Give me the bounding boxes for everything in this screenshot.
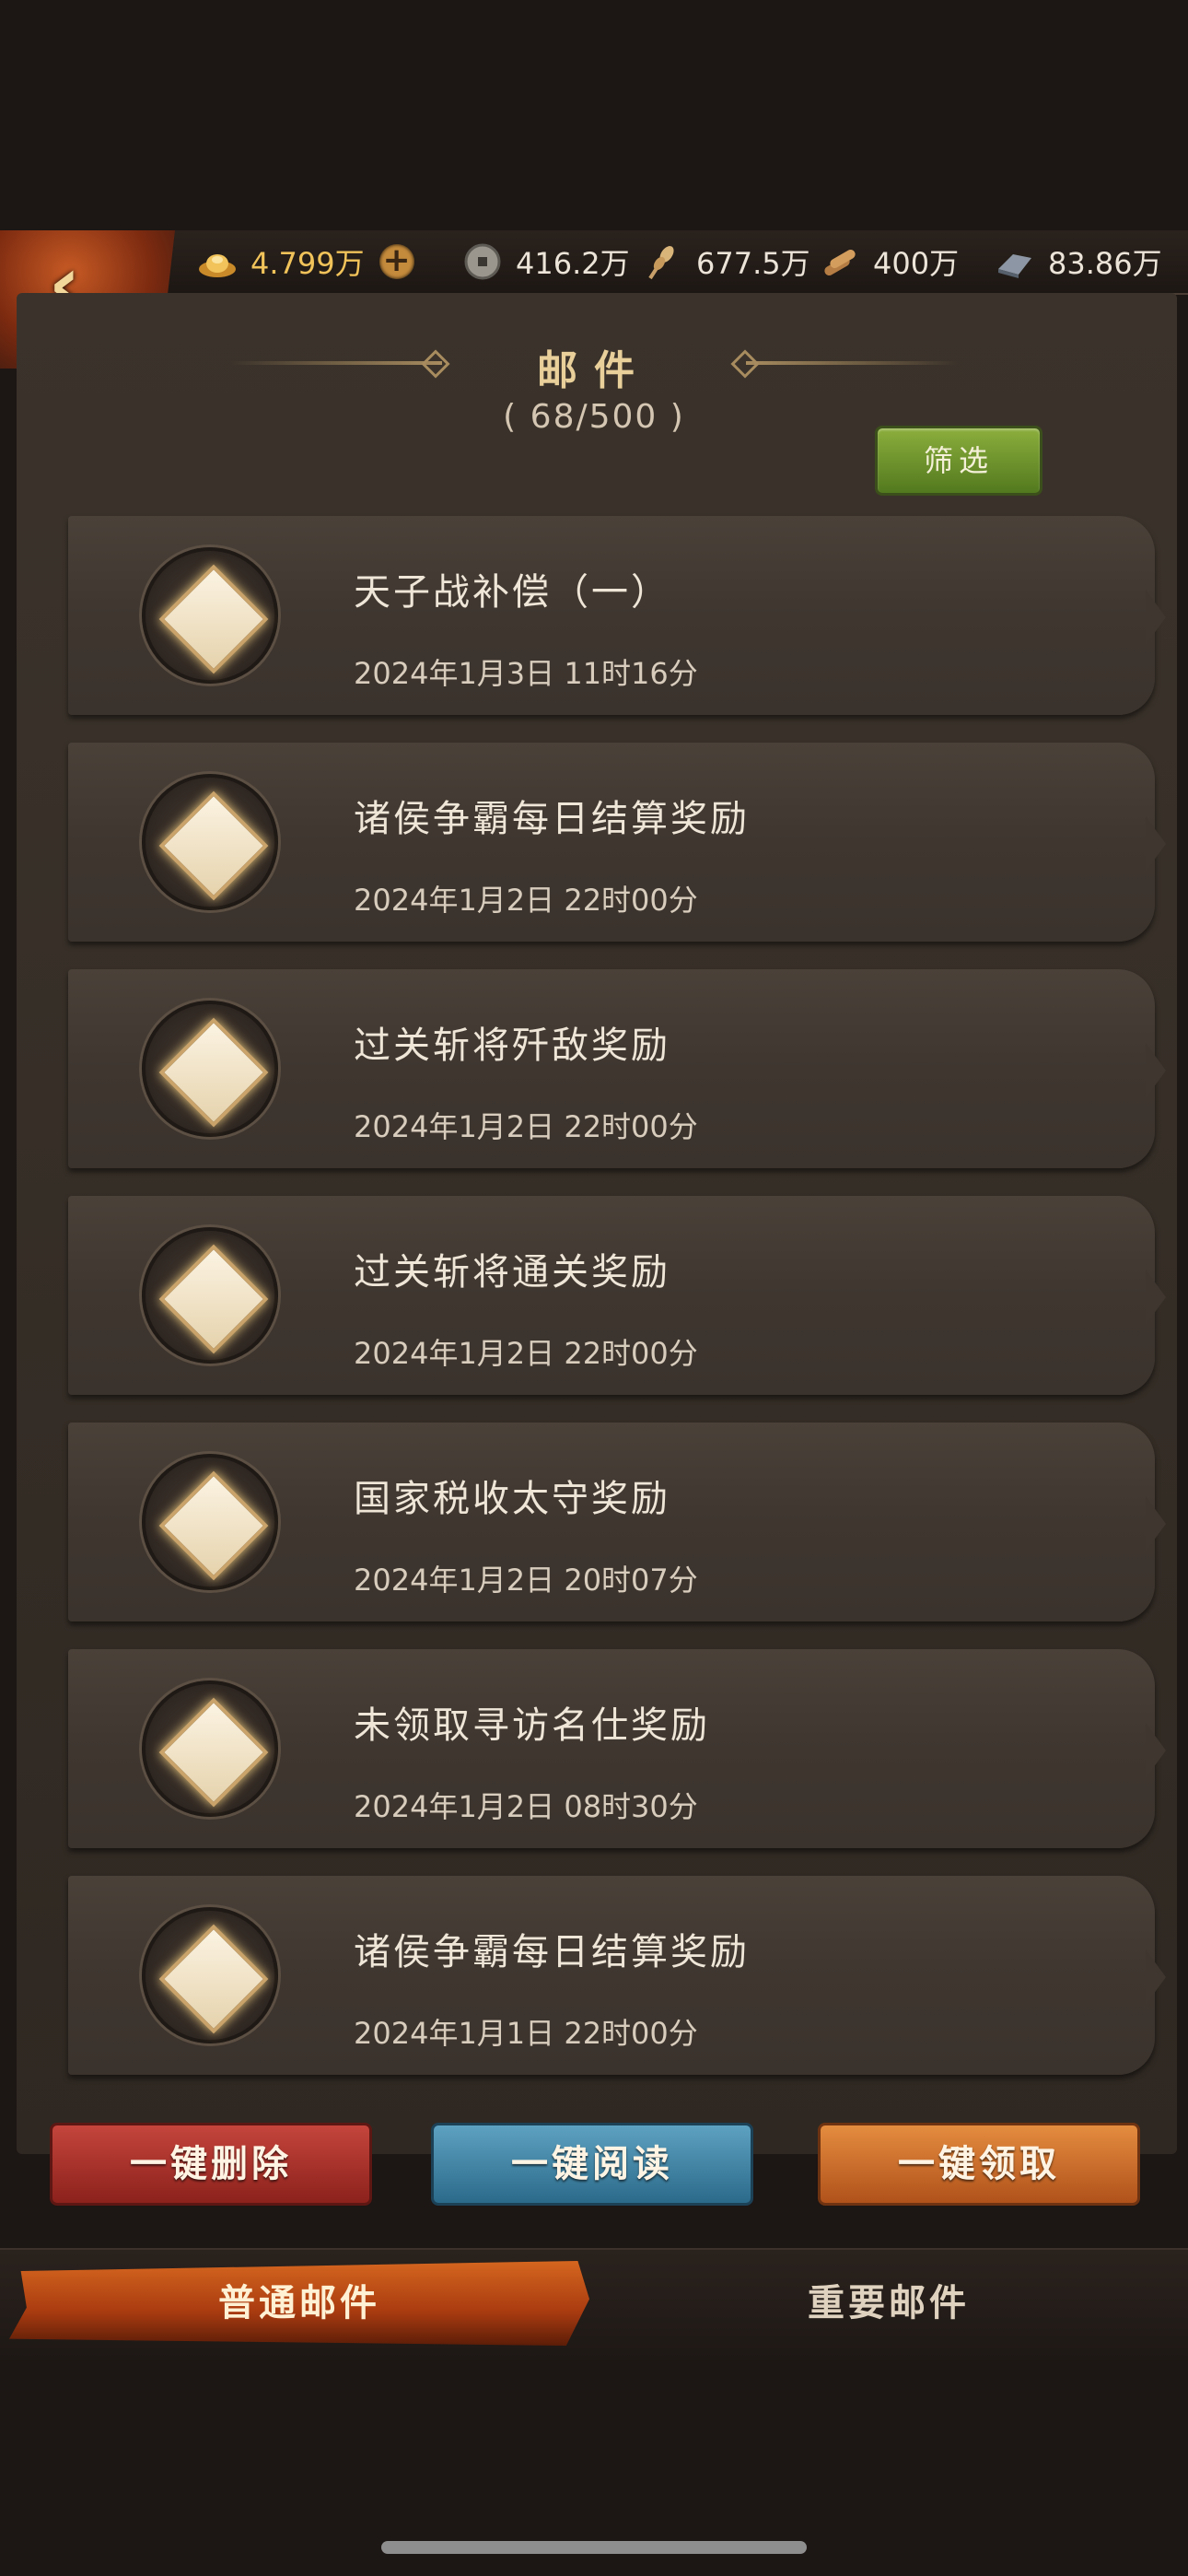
mail-icon-frame bbox=[142, 1454, 278, 1590]
coin-icon bbox=[464, 243, 501, 280]
wood-value: 400万 bbox=[873, 246, 960, 281]
mail-item[interactable]: 天子战补偿（一） 2024年1月3日 11时16分 bbox=[68, 516, 1166, 715]
mail-title: 未领取寻访名仕奖励 bbox=[354, 1704, 710, 1747]
mail-time: 2024年1月2日 20时07分 bbox=[354, 1563, 698, 1598]
iron-icon bbox=[998, 254, 1031, 278]
add-gold-button[interactable]: + bbox=[379, 244, 414, 279]
mail-item[interactable]: 过关斩将通关奖励 2024年1月2日 22时00分 bbox=[68, 1196, 1166, 1395]
status-area bbox=[0, 0, 1188, 230]
mail-time: 2024年1月2日 22时00分 bbox=[354, 1336, 698, 1371]
letter-icon bbox=[158, 1017, 269, 1128]
mail-time: 2024年1月2日 22时00分 bbox=[354, 1109, 698, 1144]
letter-icon bbox=[158, 1697, 269, 1808]
mail-icon-frame bbox=[142, 1680, 278, 1817]
mail-item[interactable]: 诸侯争霸每日结算奖励 2024年1月2日 22时00分 bbox=[68, 743, 1166, 942]
filter-button[interactable]: 筛选 bbox=[875, 426, 1042, 496]
resource-grain: 677.5万 bbox=[643, 238, 810, 286]
letter-icon bbox=[158, 790, 269, 901]
page-title: 邮件 bbox=[537, 347, 651, 394]
mail-title: 国家税收太守奖励 bbox=[354, 1478, 670, 1520]
mail-title: 过关斩将通关奖励 bbox=[354, 1251, 670, 1294]
mail-title: 诸侯争霸每日结算奖励 bbox=[354, 1931, 750, 1973]
gold-value: 4.799万 bbox=[250, 246, 365, 281]
tab-normal-mail[interactable]: 普通邮件 bbox=[9, 2261, 589, 2346]
mail-item[interactable]: 国家税收太守奖励 2024年1月2日 20时07分 bbox=[68, 1423, 1166, 1622]
mail-icon-frame bbox=[142, 547, 278, 684]
letter-icon bbox=[158, 1244, 269, 1354]
mail-item[interactable]: 过关斩将歼敌奖励 2024年1月2日 22时00分 bbox=[68, 969, 1166, 1168]
grain-icon bbox=[648, 245, 674, 280]
mail-icon-frame bbox=[142, 1001, 278, 1137]
grain-value: 677.5万 bbox=[696, 246, 810, 281]
coin-value: 416.2万 bbox=[516, 246, 630, 281]
mail-time: 2024年1月1日 22时00分 bbox=[354, 2016, 698, 2051]
mail-screen: ‹ 4.799万 + 416.2万 677.5万 400万 83.86万 邮件 … bbox=[0, 0, 1188, 2576]
mail-item[interactable]: 未领取寻访名仕奖励 2024年1月2日 08时30分 bbox=[68, 1649, 1166, 1848]
mail-title: 过关斩将歼敌奖励 bbox=[354, 1025, 670, 1067]
mail-icon-frame bbox=[142, 774, 278, 910]
resource-wood: 400万 bbox=[820, 238, 959, 286]
resource-gold: 4.799万 + bbox=[197, 238, 414, 286]
letter-icon bbox=[158, 564, 269, 674]
wood-icon bbox=[824, 250, 856, 275]
resource-coin: 416.2万 bbox=[462, 238, 630, 286]
letter-icon bbox=[158, 1470, 269, 1581]
home-indicator[interactable] bbox=[381, 2541, 807, 2554]
mail-icon-frame bbox=[142, 1227, 278, 1364]
mail-time: 2024年1月3日 11时16分 bbox=[354, 656, 698, 691]
mail-time: 2024年1月2日 08时30分 bbox=[354, 1789, 698, 1824]
letter-icon bbox=[158, 1924, 269, 2034]
mail-icon-frame bbox=[142, 1907, 278, 2043]
mail-item[interactable]: 诸侯争霸每日结算奖励 2024年1月1日 22时00分 bbox=[68, 1876, 1166, 2075]
resource-iron: 83.86万 bbox=[995, 238, 1162, 286]
tab-important-mail[interactable]: 重要邮件 bbox=[599, 2261, 1179, 2346]
gold-ingot-icon bbox=[199, 254, 236, 277]
mail-time: 2024年1月2日 22时00分 bbox=[354, 883, 698, 918]
claim-all-button[interactable]: 一键领取 bbox=[818, 2123, 1140, 2206]
delete-all-button[interactable]: 一键删除 bbox=[50, 2123, 372, 2206]
mail-title: 诸侯争霸每日结算奖励 bbox=[354, 798, 750, 840]
iron-value: 83.86万 bbox=[1048, 246, 1162, 281]
mail-title: 天子战补偿（一） bbox=[354, 571, 670, 614]
read-all-button[interactable]: 一键阅读 bbox=[431, 2123, 753, 2206]
